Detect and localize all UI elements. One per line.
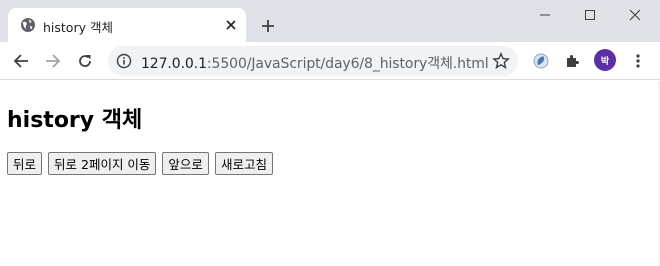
maximize-icon (585, 10, 595, 20)
star-icon[interactable] (492, 52, 510, 70)
forward-button[interactable] (41, 49, 65, 73)
url-path: :5500/JavaScript/day6/8_history객체.html (206, 56, 489, 72)
extension-swirl-icon (533, 53, 549, 69)
close-icon (629, 9, 641, 21)
back-page-button[interactable]: 뒤로 (7, 152, 43, 175)
page-content: history 객체 뒤로 뒤로 2페이지 이동 앞으로 새로고침 (0, 81, 660, 266)
extensions-menu-button[interactable] (561, 49, 585, 73)
minimize-button[interactable] (522, 0, 568, 30)
maximize-button[interactable] (567, 0, 613, 30)
forward-page-button[interactable]: 앞으로 (162, 152, 209, 175)
address-url: 127.0.0.1:5500/JavaScript/day6/8_history… (141, 53, 489, 73)
browser-menu-button[interactable] (626, 49, 650, 73)
info-icon[interactable] (116, 53, 132, 69)
history-button-row: 뒤로 뒤로 2페이지 이동 앞으로 새로고침 (7, 152, 273, 175)
puzzle-icon (567, 55, 579, 67)
reload-icon (79, 55, 91, 67)
page-title: history 객체 (7, 108, 143, 133)
close-icon[interactable] (222, 16, 240, 34)
browser-toolbar: 127.0.0.1:5500/JavaScript/day6/8_history… (0, 42, 660, 80)
tab-strip: history 객체 (0, 0, 660, 42)
arrow-right-icon (46, 54, 61, 68)
kebab-menu-icon (636, 54, 640, 68)
browser-tab[interactable]: history 객체 (8, 8, 246, 42)
minimize-icon (540, 14, 550, 16)
plus-icon (262, 20, 274, 32)
refresh-page-button[interactable]: 새로고침 (214, 152, 273, 175)
back-two-pages-button[interactable]: 뒤로 2페이지 이동 (48, 152, 157, 175)
back-button[interactable] (9, 49, 33, 73)
url-host: 127.0.0.1 (141, 56, 207, 72)
globe-icon (20, 17, 36, 33)
arrow-left-icon (13, 54, 28, 68)
address-bar[interactable]: 127.0.0.1:5500/JavaScript/day6/8_history… (108, 46, 518, 76)
extension-button[interactable] (529, 49, 553, 73)
tab-title: history 객체 (43, 20, 113, 35)
new-tab-button[interactable] (256, 14, 280, 38)
window-close-button[interactable] (612, 0, 658, 30)
profile-avatar[interactable]: 박 (594, 49, 616, 71)
reload-button[interactable] (73, 49, 97, 73)
